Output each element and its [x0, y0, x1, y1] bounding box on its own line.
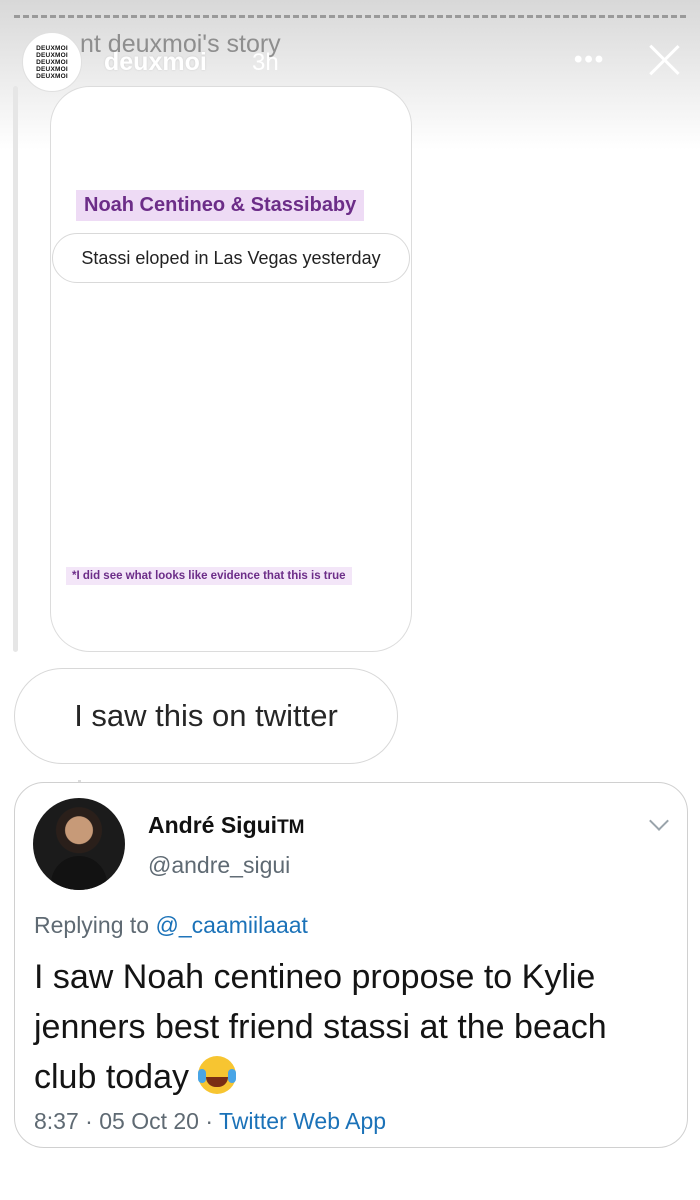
more-horizontal-icon[interactable]: •••: [574, 46, 605, 74]
tweet-avatar[interactable]: [33, 798, 125, 890]
logo-text: DEUXMOI: [36, 44, 68, 52]
replying-prefix: Replying to: [34, 912, 150, 938]
story-progress-segments: [14, 15, 686, 18]
tm-badge: TM: [277, 817, 305, 838]
tweet-replying-to: Replying to @_caamiilaaat: [34, 912, 308, 939]
logo-text: DEUXMOI: [36, 51, 68, 59]
message-bubble: I saw this on twitter: [14, 668, 398, 764]
meta-separator: ·: [205, 1108, 214, 1134]
tweet-display-name[interactable]: André SiguiTM: [148, 812, 305, 839]
reply-quote-bar: [13, 86, 18, 652]
story-username[interactable]: deuxmoi: [104, 48, 207, 77]
tweet-meta: 8:37 · 05 Oct 20 · Twitter Web App: [34, 1108, 386, 1135]
story-question-pill: Stassi eloped in Las Vegas yesterday: [52, 233, 410, 283]
tweet-body: I saw Noah centineo propose to Kylie jen…: [34, 952, 674, 1102]
meta-separator: ·: [85, 1108, 93, 1134]
story-time: 3h: [252, 49, 279, 76]
story-progress-bar: [14, 12, 686, 18]
tweet-time: 8:37: [34, 1108, 79, 1134]
logo-text: DEUXMOI: [36, 58, 68, 66]
tweet-date: 05 Oct 20: [99, 1108, 199, 1134]
display-name-text: André Sigui: [148, 812, 278, 838]
reply-mention-link[interactable]: @_caamiilaaat: [155, 912, 307, 938]
tweet-handle[interactable]: @andre_sigui: [148, 852, 290, 879]
logo-text: DEUXMOI: [36, 72, 68, 80]
story-footnote: *I did see what looks like evidence that…: [66, 567, 352, 585]
logo-text: DEUXMOI: [36, 65, 68, 73]
tweet-source-link[interactable]: Twitter Web App: [219, 1108, 386, 1134]
close-icon[interactable]: [644, 40, 684, 80]
deuxmoi-avatar[interactable]: DEUXMOI DEUXMOI DEUXMOI DEUXMOI DEUXMOI: [22, 32, 82, 92]
laughing-emoji-icon: [198, 1056, 237, 1094]
story-headline: Noah Centineo & Stassibaby: [76, 190, 365, 221]
tweet-text: I saw Noah centineo propose to Kylie jen…: [34, 958, 607, 1096]
